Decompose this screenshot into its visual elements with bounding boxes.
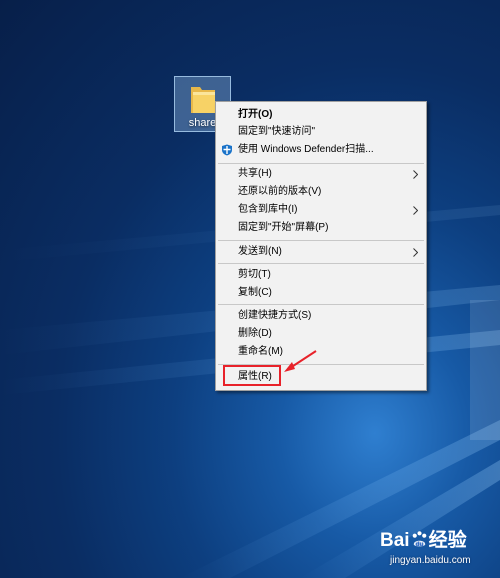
- chevron-right-icon: [413, 206, 418, 215]
- menu-item-label: 发送到(N): [238, 246, 282, 257]
- red-arrow-icon: [284, 350, 317, 372]
- menu-item-label: 还原以前的版本(V): [238, 186, 322, 197]
- menu-item-label: 共享(H): [238, 168, 272, 179]
- menu-item-open[interactable]: 打开(O): [216, 106, 426, 124]
- watermark-brand: Bai du 经验: [380, 525, 467, 552]
- context-menu: 打开(O) 固定到"快速访问" 使用 Windows Defender扫描...…: [215, 101, 427, 391]
- baidu-jingyan-watermark: Bai du 经验 jingyan.baidu.com: [380, 525, 495, 575]
- menu-item-label: 复制(C): [238, 287, 272, 298]
- properties-highlight-box: [223, 365, 281, 386]
- menu-separator: [218, 304, 424, 305]
- watermark-brand-right: 经验: [428, 530, 467, 551]
- menu-item-label: 使用 Windows Defender扫描...: [238, 144, 374, 155]
- menu-item-cut[interactable]: 剪切(T): [216, 266, 426, 284]
- menu-item-share[interactable]: 共享(H): [216, 165, 426, 183]
- svg-text:du: du: [415, 541, 423, 548]
- menu-item-label: 固定到"开始"屏幕(P): [238, 222, 329, 233]
- desktop-background: share 打开(O) 固定到"快速访问" 使用 Windows Defende…: [0, 0, 500, 578]
- menu-item-defender-scan[interactable]: 使用 Windows Defender扫描...: [216, 141, 426, 159]
- menu-item-label: 剪切(T): [238, 269, 271, 280]
- menu-item-label: 重命名(M): [238, 346, 283, 357]
- shield-icon: [222, 144, 232, 156]
- watermark-brand-left: Bai: [380, 530, 410, 551]
- menu-separator: [218, 163, 424, 164]
- watermark-url: jingyan.baidu.com: [390, 555, 471, 566]
- menu-item-include-library[interactable]: 包含到库中(I): [216, 201, 426, 219]
- menu-separator: [218, 263, 424, 264]
- menu-item-send-to[interactable]: 发送到(N): [216, 243, 426, 261]
- chevron-right-icon: [413, 170, 418, 179]
- menu-separator: [218, 240, 424, 241]
- menu-item-label: 固定到"快速访问": [238, 126, 316, 137]
- menu-item-rename[interactable]: 重命名(M): [216, 343, 426, 361]
- menu-item-pin-quick-access[interactable]: 固定到"快速访问": [216, 123, 426, 141]
- folder-icon: [191, 87, 215, 113]
- menu-item-label: 打开(O): [238, 109, 273, 120]
- menu-item-label: 删除(D): [238, 328, 272, 339]
- chevron-right-icon: [413, 248, 418, 257]
- menu-item-label: 包含到库中(I): [238, 204, 298, 215]
- baidu-paw-icon: du: [412, 531, 426, 548]
- menu-item-copy[interactable]: 复制(C): [216, 284, 426, 302]
- menu-item-label: 创建快捷方式(S): [238, 310, 312, 321]
- menu-item-delete[interactable]: 删除(D): [216, 325, 426, 343]
- menu-item-create-shortcut[interactable]: 创建快捷方式(S): [216, 307, 426, 325]
- menu-item-restore-versions[interactable]: 还原以前的版本(V): [216, 183, 426, 201]
- menu-item-pin-start[interactable]: 固定到"开始"屏幕(P): [216, 219, 426, 237]
